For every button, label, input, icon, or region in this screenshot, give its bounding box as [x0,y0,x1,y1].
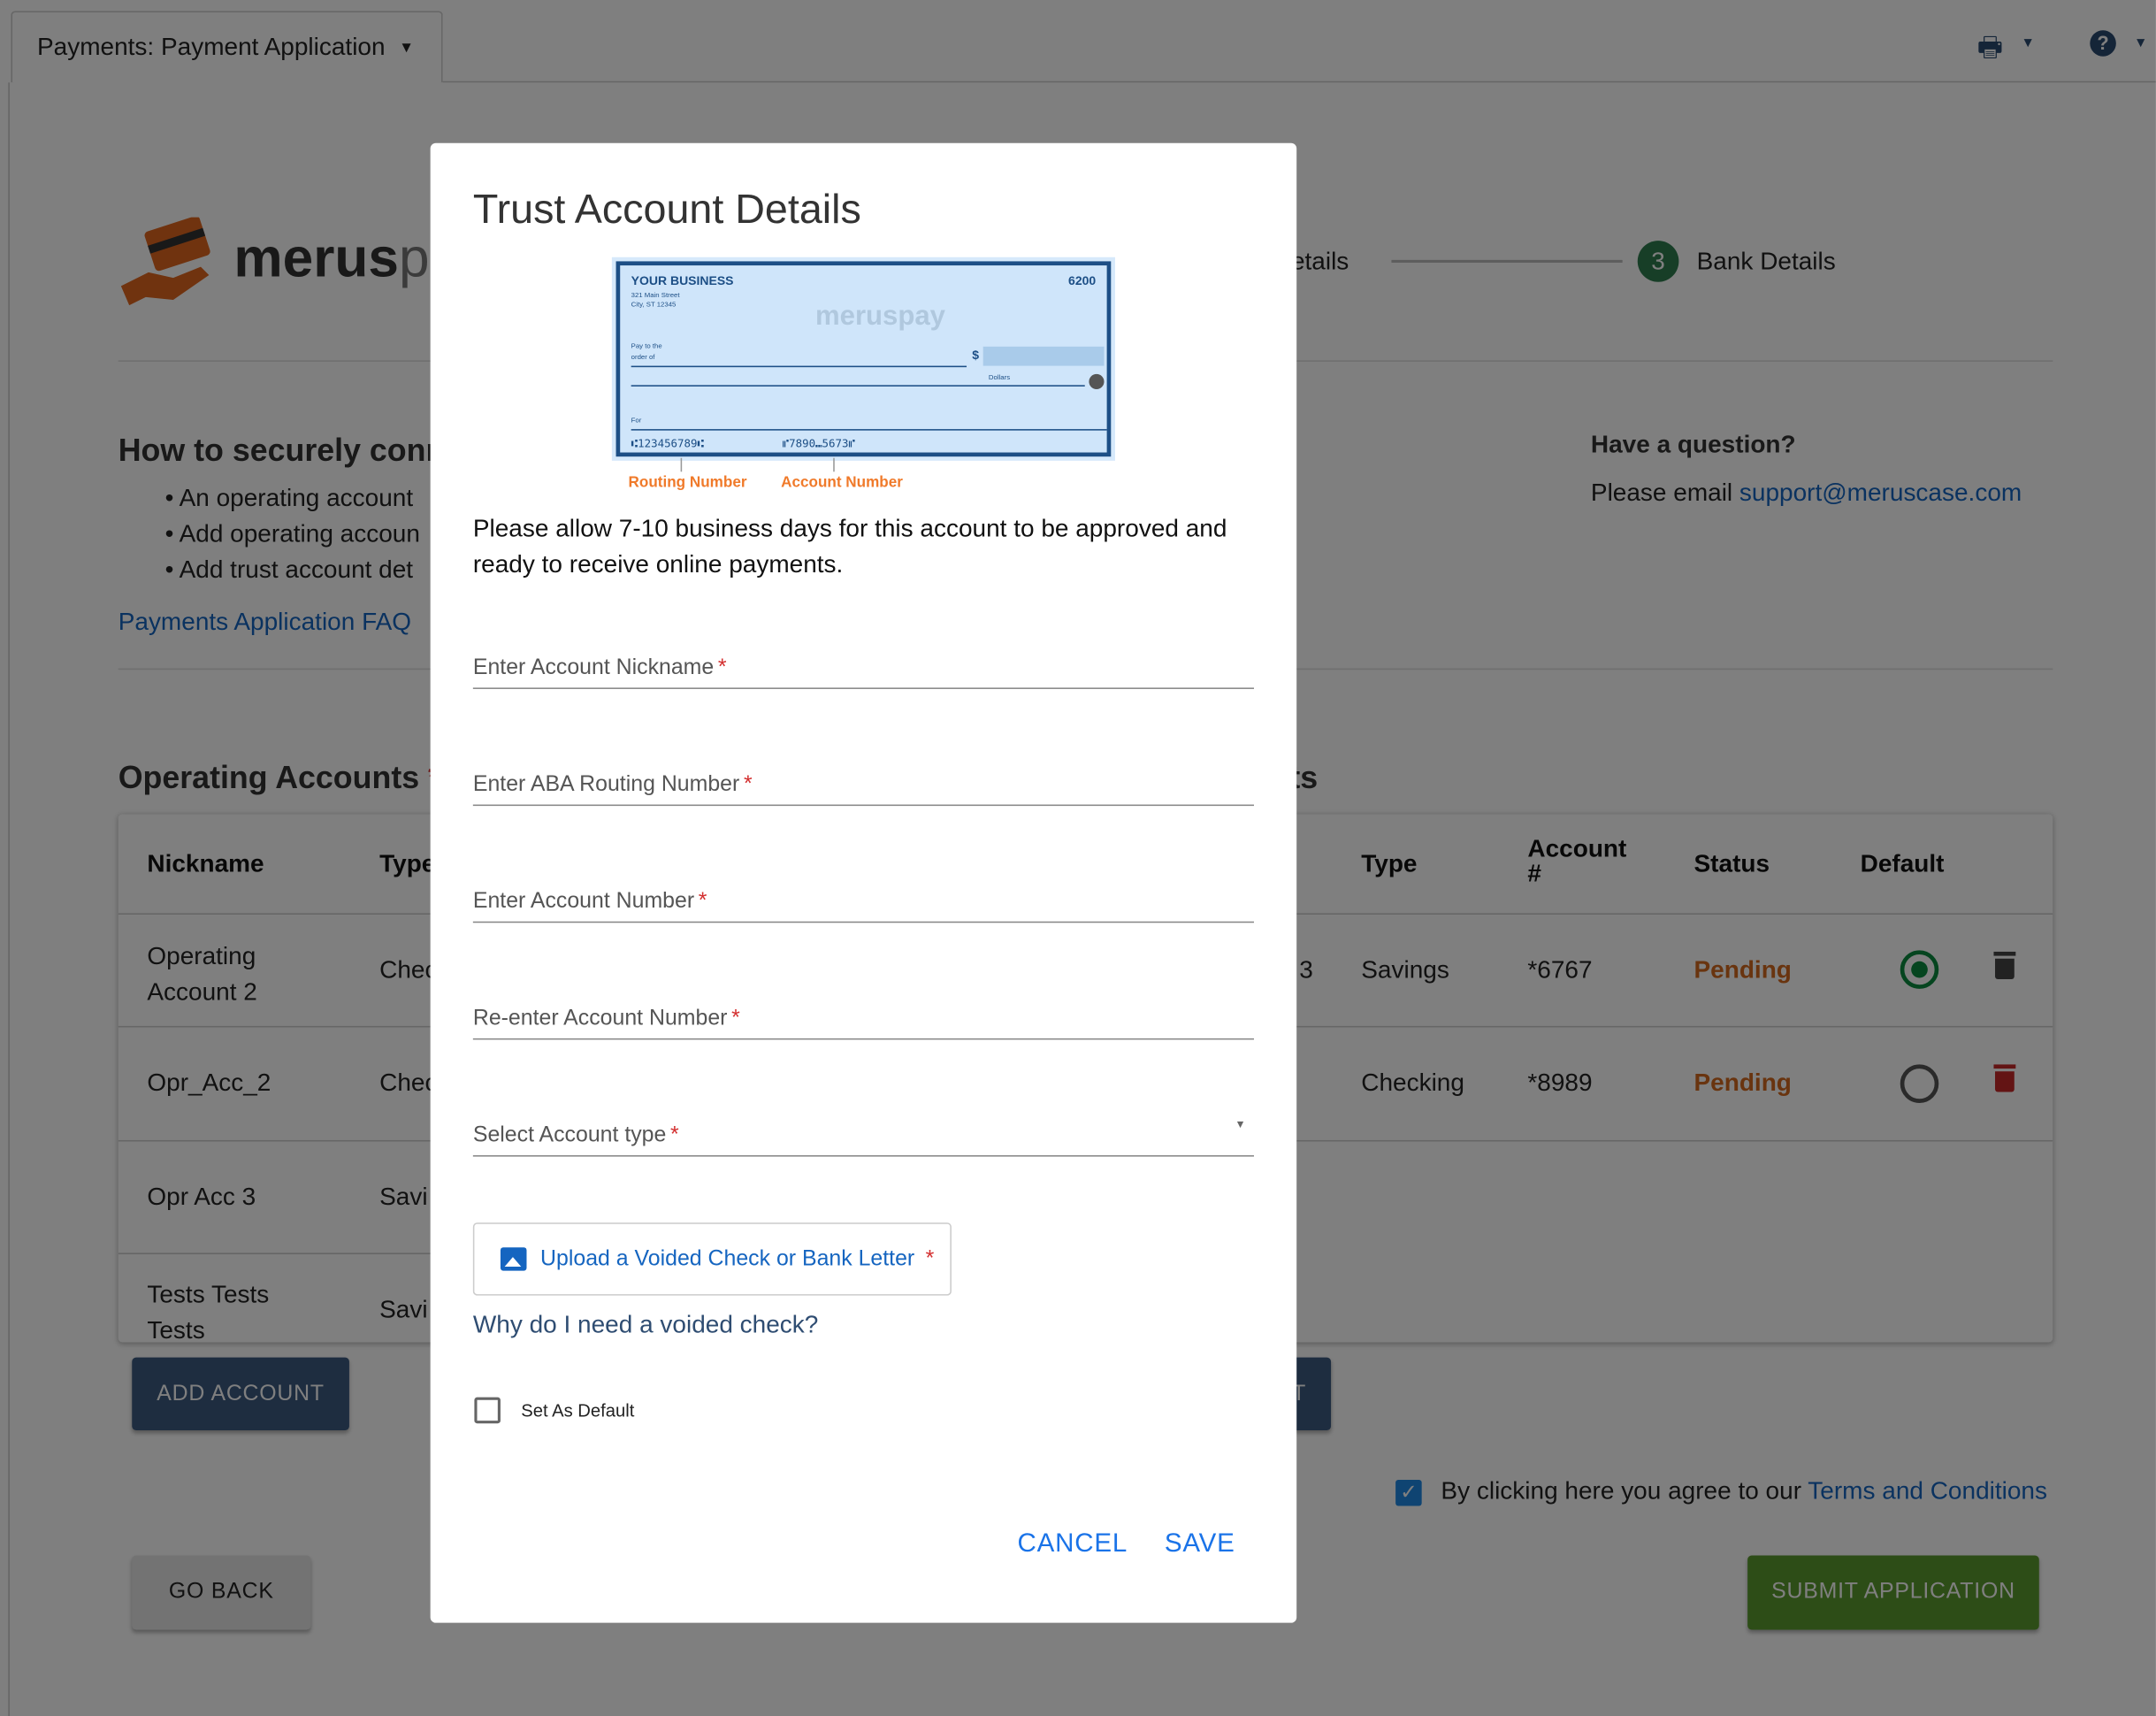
image-icon [500,1247,527,1271]
account-number-input[interactable]: Enter Account Number * [472,868,1254,923]
set-default-checkbox[interactable] [474,1397,501,1424]
upload-label: Upload a Voided Check or Bank Letter [540,1246,915,1270]
cancel-button[interactable]: CANCEL [1018,1529,1128,1559]
field-label: Enter ABA Routing Number * [472,772,753,797]
voided-check-image: YOUR BUSINESS 321 Main Street City, ST 1… [611,257,1115,461]
why-voided-check-link[interactable]: Why do I need a voided check? [473,1311,818,1340]
set-default-label: Set As Default [521,1399,635,1421]
dialog-title: Trust Account Details [472,187,861,233]
field-label: Re-enter Account Number * [472,1007,740,1030]
field-label: Enter Account Nickname * [472,655,727,680]
dropdown-arrow-icon: ▼ [1235,1118,1246,1131]
approval-notice: Please allow 7-10 business days for this… [472,514,1227,578]
page: Payments: Payment Application ▼ 🖶 ▼ ? ▼ … [0,0,2156,1716]
upload-voided-check-button[interactable]: Upload a Voided Check or Bank Letter * [472,1222,952,1296]
save-button[interactable]: SAVE [1165,1529,1235,1559]
routing-number-input[interactable]: Enter ABA Routing Number * [472,751,1254,807]
field-label: Enter Account Number * [472,889,707,914]
field-label: Select Account type * [472,1123,679,1147]
account-type-select[interactable]: Select Account type * ▼ [472,1101,1254,1157]
account-nickname-input[interactable]: Enter Account Nickname * [472,634,1254,689]
account-number-label: Account Number [781,474,903,492]
trust-account-dialog: Trust Account Details YOUR BUSINESS 321 … [430,142,1297,1623]
reenter-account-number-input[interactable]: Re-enter Account Number * [472,984,1254,1040]
routing-number-label: Routing Number [628,474,747,492]
lock-icon [1089,373,1105,390]
